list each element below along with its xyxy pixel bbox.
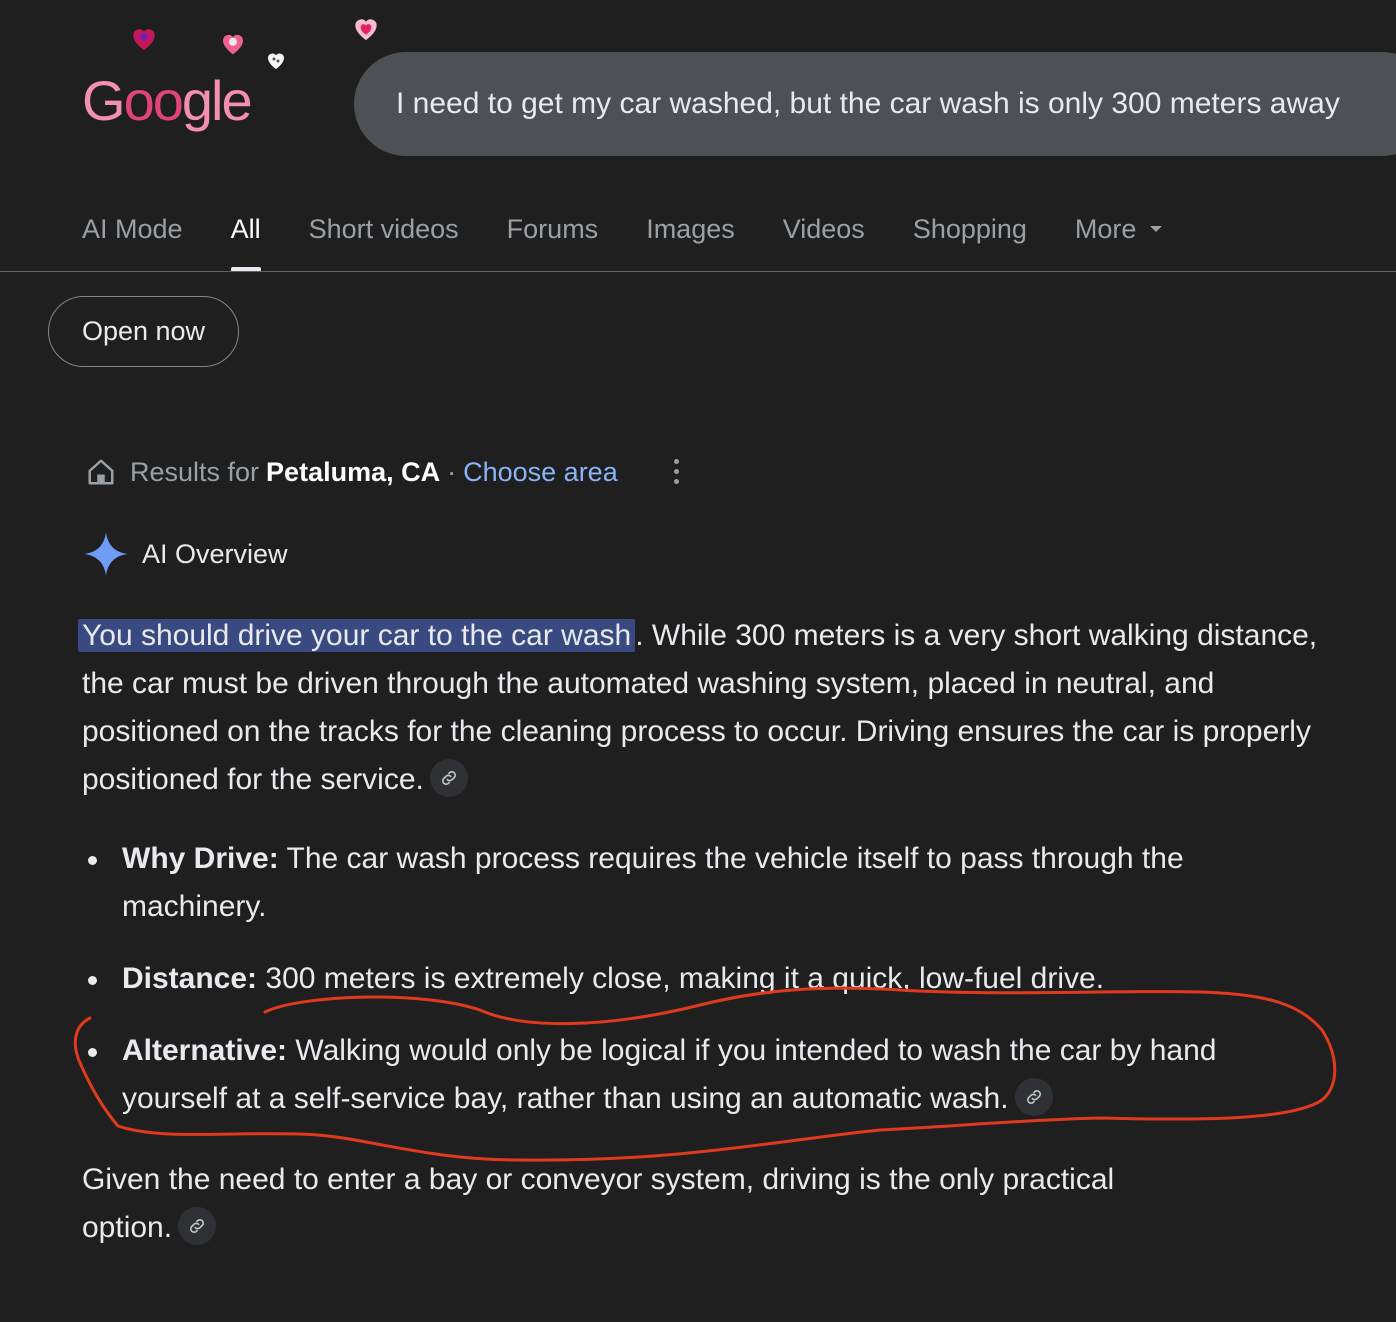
source-link-icon[interactable] [178, 1207, 217, 1246]
ai-overview-header: AI Overview [82, 530, 288, 578]
list-item: Distance: 300 meters is extremely close,… [82, 955, 1312, 1003]
logo-wordmark: Google [82, 68, 253, 133]
search-query-text: I need to get my car washed, but the car… [396, 87, 1340, 120]
tab-ai-mode[interactable]: AI Mode [82, 196, 183, 272]
ai-overview-lead: You should drive your car to the car was… [78, 612, 1332, 804]
home-icon [88, 459, 114, 485]
bullet-term: Distance: [122, 962, 258, 995]
ai-overview-title: AI Overview [142, 538, 288, 569]
source-link-icon[interactable] [429, 759, 468, 798]
tabs-divider [0, 271, 1396, 272]
source-link-icon[interactable] [1014, 1078, 1053, 1117]
location-name: Petaluma, CA [266, 456, 441, 487]
list-item: Alternative: Walking would only be logic… [82, 1027, 1312, 1123]
logo-letters-gle: gle [181, 69, 253, 132]
bullet-text: The car wash process requires the vehicl… [122, 842, 1184, 923]
conclusion-text: Given the need to enter a bay or conveyo… [82, 1163, 1115, 1244]
tab-forums[interactable]: Forums [507, 196, 599, 272]
highlighted-answer: You should drive your car to the car was… [78, 619, 636, 652]
logo-doodle-letters: oo [123, 69, 184, 132]
caret-down-icon [1150, 225, 1163, 232]
bullet-term: Alternative: [122, 1034, 288, 1067]
white-heart-icon [264, 48, 288, 72]
tab-videos[interactable]: Videos [783, 196, 865, 272]
tab-shopping[interactable]: Shopping [913, 196, 1027, 272]
list-item: Why Drive: The car wash process requires… [82, 835, 1312, 931]
tab-more[interactable]: More [1075, 196, 1163, 272]
tab-short-videos[interactable]: Short videos [309, 196, 459, 272]
bullet-term: Why Drive: [122, 842, 279, 875]
red-heart-icon [128, 22, 160, 54]
ai-overview-conclusion: Given the need to enter a bay or conveyo… [82, 1156, 1202, 1252]
choose-area-link[interactable]: Choose area [463, 457, 618, 488]
gemini-sparkle-icon [84, 532, 128, 576]
tab-all[interactable]: All [230, 196, 261, 272]
bullet-text: Walking would only be logical if you int… [122, 1034, 1217, 1115]
tab-more-label: More [1074, 214, 1137, 244]
logo-letter-g: G [82, 69, 126, 132]
location-separator: · [447, 456, 457, 487]
ai-overview-bullets: Why Drive: The car wash process requires… [82, 835, 1312, 1147]
location-line: Results for Petaluma, CA · Choose area [86, 452, 618, 492]
pink-heart-icon [350, 12, 382, 44]
tab-images[interactable]: Images [646, 196, 735, 272]
bullet-text: 300 meters is extremely close, making it… [257, 962, 1105, 995]
open-now-chip[interactable]: Open now [48, 296, 239, 367]
more-options-icon[interactable] [664, 456, 688, 488]
results-for-label: Results for [130, 456, 260, 487]
google-doodle-logo[interactable]: Google [82, 66, 282, 136]
search-input[interactable]: I need to get my car washed, but the car… [354, 52, 1396, 156]
pink-heart-icon [218, 28, 248, 58]
search-tabs: AI Mode All Short videos Forums Images V… [82, 196, 1396, 272]
